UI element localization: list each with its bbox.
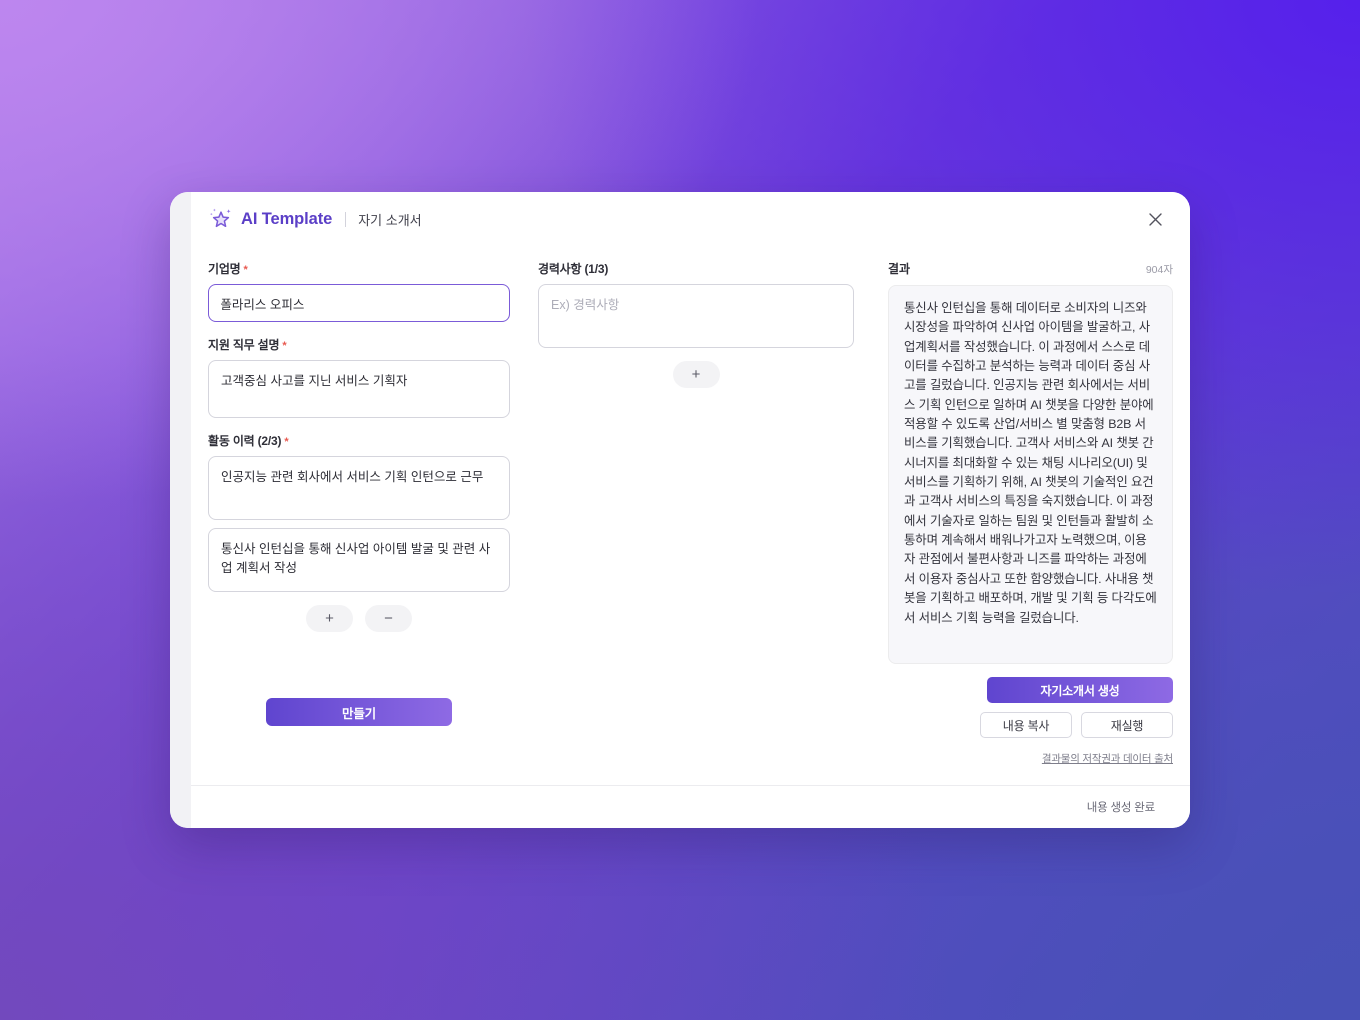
job-desc-label-text: 지원 직무 설명 bbox=[208, 338, 280, 352]
plus-icon: + bbox=[691, 366, 701, 383]
star-sparkle-icon bbox=[208, 206, 234, 232]
company-field-group: 기업명 * bbox=[208, 260, 510, 322]
activity-field-group: 활동 이력 (2/3) * + − bbox=[208, 432, 510, 632]
close-icon[interactable] bbox=[1142, 206, 1168, 232]
header-subtitle: 자기 소개서 bbox=[358, 212, 422, 228]
job-desc-field-group: 지원 직무 설명 * bbox=[208, 336, 510, 418]
rerun-button[interactable]: 재실행 bbox=[1081, 712, 1173, 738]
career-column: 경력사항 (1/3) + bbox=[524, 246, 854, 785]
copy-content-button[interactable]: 내용 복사 bbox=[980, 712, 1072, 738]
brand: AI Template bbox=[208, 206, 332, 232]
submit-row: 만들기 bbox=[208, 698, 510, 726]
required-mark: * bbox=[284, 436, 289, 448]
job-desc-textarea[interactable] bbox=[208, 360, 510, 418]
modal-header: AI Template 자기 소개서 bbox=[191, 192, 1190, 246]
career-add-button[interactable]: + bbox=[672, 361, 720, 388]
status-text: 내용 생성 완료 bbox=[1086, 802, 1155, 814]
result-text: 통신사 인턴십을 통해 데이터로 소비자의 니즈와 시장성을 파악하여 신사업 … bbox=[904, 301, 1157, 625]
generate-cover-letter-button[interactable]: 자기소개서 생성 bbox=[987, 677, 1173, 703]
company-label: 기업명 * bbox=[208, 260, 510, 277]
company-label-text: 기업명 bbox=[208, 262, 241, 276]
header-divider bbox=[345, 211, 347, 227]
required-mark: * bbox=[282, 340, 287, 352]
result-header: 결과 904자 bbox=[888, 260, 1173, 277]
create-button[interactable]: 만들기 bbox=[266, 698, 452, 726]
activity-textarea-2[interactable] bbox=[208, 528, 510, 592]
result-box[interactable]: 통신사 인턴십을 통해 데이터로 소비자의 니즈와 시장성을 파악하여 신사업 … bbox=[888, 285, 1173, 664]
activity-add-button[interactable]: + bbox=[306, 605, 353, 632]
activity-label-text: 활동 이력 (2/3) bbox=[208, 434, 282, 448]
career-controls: + bbox=[538, 361, 854, 388]
credit-row: 결과물의 저작권과 데이터 출처 bbox=[888, 751, 1173, 766]
modal-footer: 내용 생성 완료 bbox=[191, 785, 1190, 828]
activity-remove-button[interactable]: − bbox=[365, 605, 412, 632]
result-actions: 자기소개서 생성 내용 복사 재실행 결과물의 저작권과 데이터 출처 bbox=[888, 677, 1173, 766]
modal-body: AI Template 자기 소개서 기업명 * 폴라리스 오피스 지원 직무 … bbox=[191, 192, 1190, 828]
left-rail bbox=[170, 192, 191, 828]
career-label-text: 경력사항 (1/3) bbox=[538, 262, 609, 276]
ai-template-modal: AI Template 자기 소개서 기업명 * 폴라리스 오피스 지원 직무 … bbox=[170, 192, 1190, 828]
activity-textarea-1[interactable] bbox=[208, 456, 510, 520]
minus-icon: − bbox=[384, 610, 393, 627]
career-field-group: 경력사항 (1/3) + bbox=[538, 260, 854, 388]
copyright-source-link[interactable]: 결과물의 저작권과 데이터 출처 bbox=[1042, 751, 1173, 766]
modal-content: 기업명 * 지원 직무 설명 * 활동 이력 (2/3) * bbox=[191, 246, 1190, 785]
secondary-actions: 내용 복사 재실행 bbox=[888, 712, 1173, 738]
career-textarea[interactable] bbox=[538, 284, 854, 348]
required-mark: * bbox=[243, 264, 248, 276]
job-desc-label: 지원 직무 설명 * bbox=[208, 336, 510, 353]
brand-name: AI Template bbox=[241, 209, 333, 228]
input-column: 기업명 * 지원 직무 설명 * 활동 이력 (2/3) * bbox=[208, 246, 524, 785]
activity-controls: + − bbox=[208, 605, 510, 632]
activity-label: 활동 이력 (2/3) * bbox=[208, 432, 510, 449]
result-char-count: 904자 bbox=[1145, 264, 1173, 276]
company-input[interactable] bbox=[208, 284, 510, 322]
result-column: 결과 904자 통신사 인턴십을 통해 데이터로 소비자의 니즈와 시장성을 파… bbox=[854, 246, 1190, 785]
result-title: 결과 bbox=[888, 262, 911, 276]
career-label: 경력사항 (1/3) bbox=[538, 260, 854, 277]
plus-icon: + bbox=[325, 610, 334, 627]
